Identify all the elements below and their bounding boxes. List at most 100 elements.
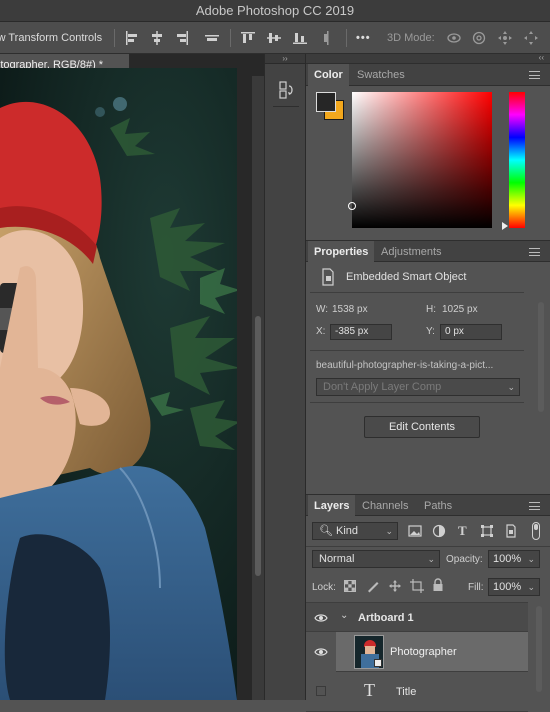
collapsed-panel-strip: ›› xyxy=(264,54,306,700)
divider xyxy=(310,402,524,403)
blend-mode-value: Normal xyxy=(319,553,355,565)
height-label: H: xyxy=(426,304,436,315)
layer-comp-dropdown[interactable]: Don't Apply Layer Comp ⌄ xyxy=(316,378,520,396)
layer-row-photographer[interactable]: Photographer xyxy=(306,632,528,672)
smart-object-icon xyxy=(322,268,334,286)
chevron-down-icon: ⌄ xyxy=(527,554,535,564)
tab-layers[interactable]: Layers xyxy=(308,495,356,517)
opacity-label: Opacity: xyxy=(446,554,483,565)
fill-label: Fill: xyxy=(468,582,484,593)
lock-label: Lock: xyxy=(312,582,336,593)
height-value[interactable]: 1025 px xyxy=(442,304,478,315)
tab-channels[interactable]: Channels xyxy=(356,495,414,517)
show-transform-controls-label[interactable]: Show Transform Controls xyxy=(0,22,102,54)
layers-panel: 🔍︎ Kind ⌄ T Normal ⌄ Opacity: 100% ⌄ Loc… xyxy=(306,516,550,712)
align-right-icon[interactable] xyxy=(174,30,190,46)
panel-menu-icon[interactable] xyxy=(529,248,540,256)
y-position-input[interactable]: 0 px xyxy=(440,324,502,340)
slide-3d-icon[interactable] xyxy=(523,30,539,46)
artboard-layer-name: Artboard 1 xyxy=(358,612,414,624)
edit-contents-button[interactable]: Edit Contents xyxy=(364,416,480,438)
lock-artboard-icon[interactable] xyxy=(410,579,424,593)
opacity-value: 100% xyxy=(493,553,522,565)
distribute-icon[interactable] xyxy=(204,30,220,46)
divider xyxy=(306,546,550,547)
width-value[interactable]: 1538 px xyxy=(332,304,368,315)
properties-panel: Embedded Smart Object W: 1538 px H: 1025… xyxy=(306,262,550,494)
visibility-eye-icon[interactable] xyxy=(314,646,328,658)
x-position-input[interactable]: -385 px xyxy=(330,324,392,340)
visibility-toggle-empty[interactable] xyxy=(316,686,326,696)
tab-paths[interactable]: Paths xyxy=(418,495,458,517)
fill-value: 100% xyxy=(493,581,522,593)
separator xyxy=(273,106,299,107)
search-icon: 🔍︎ xyxy=(319,525,333,537)
lock-transparent-pixels-icon[interactable] xyxy=(344,580,356,592)
title-layer-name: Title xyxy=(396,686,417,698)
more-options-button[interactable]: ••• xyxy=(356,22,371,54)
tab-properties[interactable]: Properties xyxy=(308,241,375,263)
opacity-input[interactable]: 100% ⌄ xyxy=(488,550,540,568)
chevron-down-icon[interactable]: ⌄ xyxy=(340,610,348,621)
hue-slider-handle[interactable] xyxy=(502,222,508,230)
lock-position-icon[interactable] xyxy=(388,579,402,593)
chevron-down-icon: ⌄ xyxy=(507,382,515,392)
shape-filter-icon[interactable] xyxy=(480,524,494,538)
history-icon[interactable] xyxy=(278,80,296,100)
type-filter-icon[interactable]: T xyxy=(458,523,467,539)
vertical-scrollbar[interactable] xyxy=(252,76,264,700)
panel-menu-icon[interactable] xyxy=(529,502,540,510)
lock-all-icon[interactable] xyxy=(432,578,444,592)
visibility-eye-icon[interactable] xyxy=(314,612,328,624)
layer-filter-dropdown[interactable]: 🔍︎ Kind ⌄ xyxy=(312,522,398,540)
blend-mode-dropdown[interactable]: Normal ⌄ xyxy=(312,550,440,568)
align-top-icon[interactable] xyxy=(240,30,256,46)
collapse-dock-button[interactable]: ‹‹ xyxy=(539,53,544,62)
color-spectrum-field[interactable] xyxy=(352,92,492,228)
scrollbar-thumb[interactable] xyxy=(255,316,261,576)
text-layer-icon: T xyxy=(364,680,375,700)
align-vertical-center-icon[interactable] xyxy=(266,30,282,46)
align-horizontal-center-icon[interactable] xyxy=(149,30,165,46)
image-filter-icon[interactable] xyxy=(408,524,422,538)
layers-scrollbar[interactable] xyxy=(536,606,542,692)
tab-adjustments[interactable]: Adjustments xyxy=(375,241,448,263)
photographer-image xyxy=(0,68,237,700)
dock-collapse-bar[interactable]: ‹‹ xyxy=(306,53,550,64)
color-picker-cursor[interactable] xyxy=(348,202,356,210)
layer-row-artboard[interactable]: ⌄ Artboard 1 xyxy=(306,602,528,632)
linked-file-name: beautiful-photographer-is-taking-a-pict.… xyxy=(316,360,494,371)
adjustment-filter-icon[interactable] xyxy=(432,524,446,538)
layer-thumbnail xyxy=(354,635,384,669)
foreground-color-swatch[interactable] xyxy=(316,92,336,112)
x-label: X: xyxy=(316,326,326,337)
lock-image-pixels-icon[interactable] xyxy=(366,579,380,593)
orbit-3d-icon[interactable] xyxy=(446,30,462,46)
tab-color[interactable]: Color xyxy=(308,64,349,86)
align-left-icon[interactable] xyxy=(124,30,140,46)
layer-row-title[interactable]: T Title xyxy=(306,672,528,712)
canvas-photo[interactable] xyxy=(0,68,237,700)
filter-toggle-switch[interactable] xyxy=(532,522,540,540)
align-bottom-icon[interactable] xyxy=(292,30,308,46)
window-title: Adobe Photoshop CC 2019 xyxy=(195,3,355,18)
pan-3d-icon[interactable] xyxy=(497,30,513,46)
properties-panel-tabs: Properties Adjustments xyxy=(306,240,550,263)
panel-menu-icon[interactable] xyxy=(529,71,540,79)
fill-input[interactable]: 100% ⌄ xyxy=(488,578,540,596)
color-panel xyxy=(306,86,550,240)
divider xyxy=(310,292,524,293)
distribute-vertical-icon[interactable] xyxy=(320,30,336,46)
width-label: W: xyxy=(316,304,329,315)
properties-scrollbar[interactable] xyxy=(538,302,544,412)
separator xyxy=(114,29,115,47)
roll-3d-icon[interactable] xyxy=(471,30,487,46)
hue-slider[interactable] xyxy=(509,92,525,228)
smart-object-filter-icon[interactable] xyxy=(504,524,518,538)
chevron-down-icon: ⌄ xyxy=(427,554,435,564)
separator xyxy=(346,29,347,47)
layer-comp-value: Don't Apply Layer Comp xyxy=(323,381,442,393)
chevron-down-icon: ⌄ xyxy=(527,582,535,592)
collapse-handle[interactable]: ›› xyxy=(265,54,305,64)
tab-swatches[interactable]: Swatches xyxy=(351,64,411,86)
